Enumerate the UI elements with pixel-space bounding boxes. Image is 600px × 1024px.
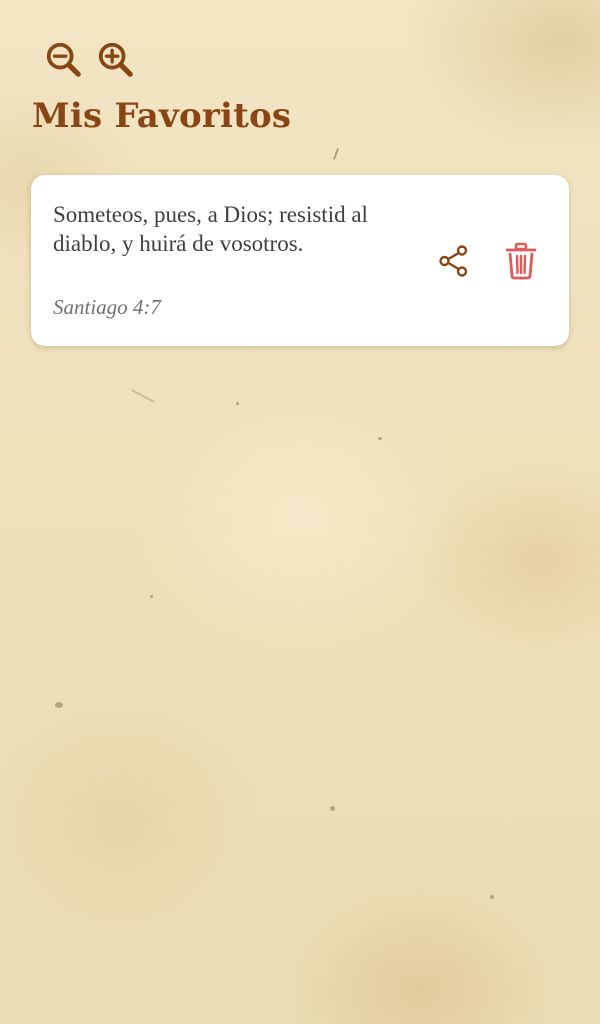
favorite-verse-card[interactable]: Someteos, pues, a Dios; resistid al diab… (31, 175, 569, 346)
page-title: Mis Favoritos (32, 96, 292, 136)
share-icon (439, 245, 468, 277)
paper-speck (55, 702, 63, 708)
paper-speck (378, 437, 382, 440)
zoom-in-icon (98, 42, 133, 77)
trash-icon (505, 242, 537, 280)
paper-speck (333, 148, 339, 160)
paper-speck (131, 389, 155, 403)
verse-reference: Santiago 4:7 (53, 295, 161, 319)
paper-speck (150, 595, 153, 598)
paper-speck (236, 402, 239, 405)
delete-button[interactable] (503, 241, 539, 281)
share-button[interactable] (436, 243, 472, 279)
zoom-in-button[interactable] (96, 40, 134, 78)
zoom-out-button[interactable] (44, 40, 82, 78)
paper-speck (330, 806, 335, 811)
verse-text: Someteos, pues, a Dios; resistid al diab… (53, 202, 368, 256)
paper-speck (490, 895, 494, 899)
zoom-toolbar (44, 40, 134, 78)
zoom-out-icon (46, 42, 81, 77)
